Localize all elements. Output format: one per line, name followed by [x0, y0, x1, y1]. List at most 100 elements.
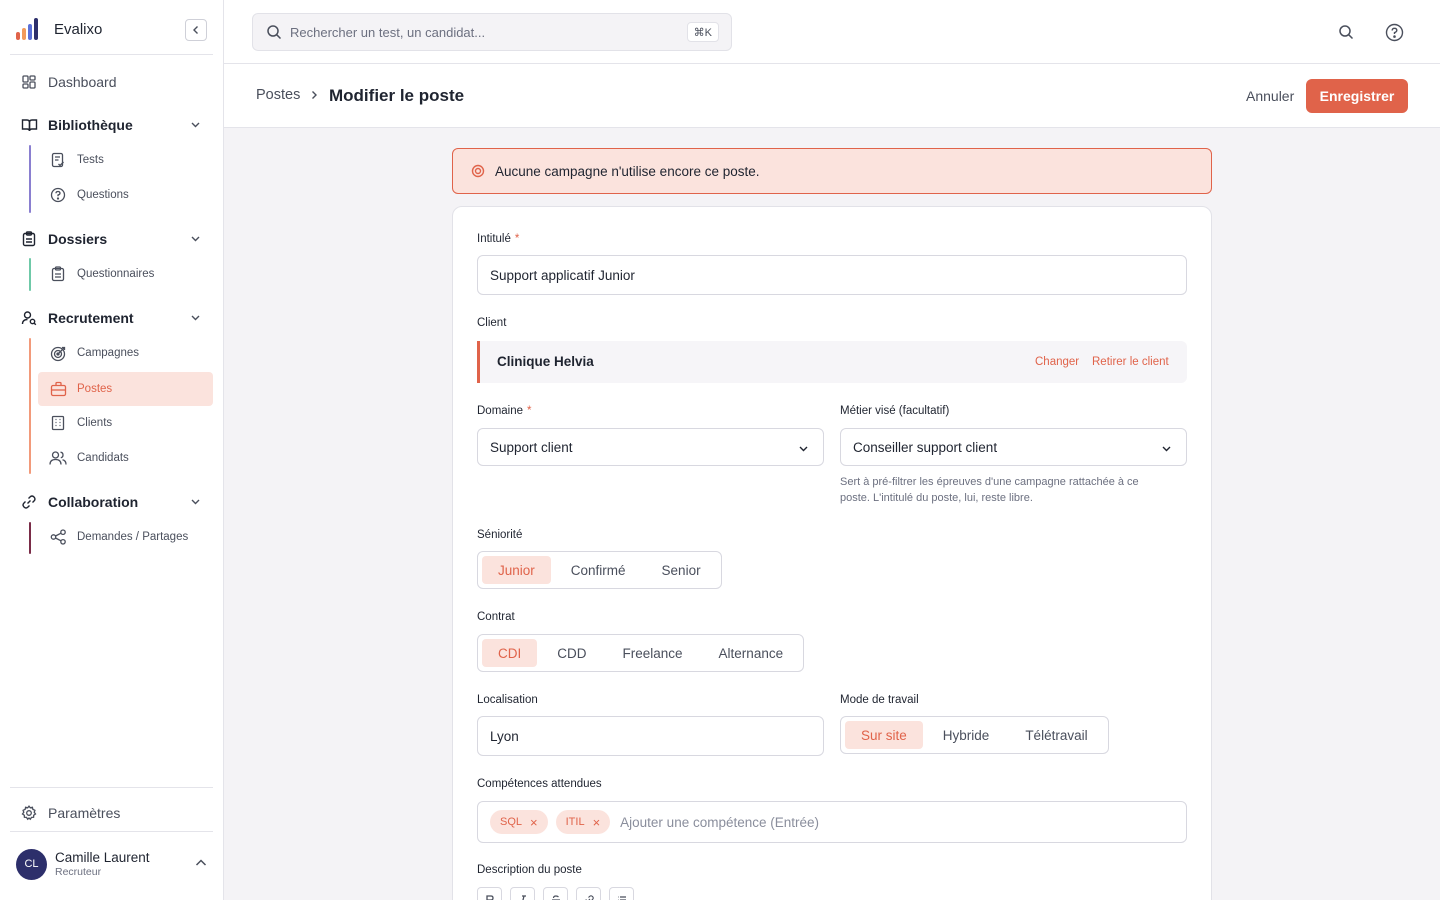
nav-questionnaires[interactable]: Questionnaires: [38, 257, 213, 291]
list-icon[interactable]: [609, 887, 634, 900]
location-label: Localisation: [477, 694, 538, 706]
nav-clients-label: Clients: [77, 417, 113, 429]
cancel-button[interactable]: Annuler: [1246, 88, 1294, 104]
chevron-down-icon: [1162, 446, 1171, 452]
chevron-down-icon: [799, 446, 808, 452]
brand[interactable]: Evalixo: [16, 14, 102, 44]
skill-tag-label: SQL: [500, 816, 523, 828]
contract-option-cdd[interactable]: CDD: [541, 639, 602, 667]
nav-tests[interactable]: Tests: [38, 143, 213, 177]
skills-input[interactable]: SQL × ITIL × Ajouter une compétence (Ent…: [477, 801, 1187, 843]
seniority-option-junior[interactable]: Junior: [482, 556, 551, 584]
topbar: Rechercher un test, un candidat... ⌘K: [224, 0, 1440, 64]
location-input[interactable]: Lyon: [477, 716, 824, 756]
remove-tag-icon[interactable]: ×: [593, 815, 601, 830]
user-role: Recruteur: [55, 866, 102, 878]
briefcase-icon: [49, 380, 67, 398]
job-help-text: Sert à pré-filtrer les épreuves d'une ca…: [840, 476, 1139, 504]
nav-section-label: Collaboration: [48, 494, 139, 510]
breadcrumb-postes[interactable]: Postes: [256, 87, 300, 103]
user-meta: Camille Laurent Recruteur: [55, 850, 150, 878]
question-circle-icon: [49, 186, 67, 204]
nav-candidats[interactable]: Candidats: [38, 441, 213, 475]
help-button[interactable]: [1384, 22, 1404, 42]
search-button[interactable]: [1336, 22, 1356, 42]
section-line: [29, 145, 31, 213]
client-label: Client: [477, 317, 507, 329]
nav-section-collaboration[interactable]: Collaboration: [10, 485, 213, 519]
bold-icon[interactable]: [477, 887, 502, 900]
workmode-option-sur-site[interactable]: Sur site: [845, 721, 923, 749]
remove-client-link[interactable]: Retirer le client: [1092, 356, 1169, 368]
workmode-option-teletravail[interactable]: Télétravail: [1009, 721, 1103, 749]
required-mark: *: [514, 233, 520, 245]
user-search-icon: [20, 309, 38, 327]
nav-section-label: Recrutement: [48, 310, 134, 326]
contract-option-freelance[interactable]: Freelance: [607, 639, 699, 667]
users-icon: [49, 449, 67, 467]
nav-dashboard[interactable]: Dashboard: [10, 65, 213, 99]
skill-tag: SQL ×: [490, 810, 548, 834]
required-mark: *: [527, 405, 532, 417]
nav-questions[interactable]: Questions: [38, 178, 213, 212]
nav-postes[interactable]: Postes: [38, 372, 213, 406]
nav-demandes-partages-label: Demandes / Partages: [77, 531, 189, 543]
nav-candidats-label: Candidats: [77, 452, 129, 464]
title-input[interactable]: Support applicatif Junior: [477, 255, 1187, 295]
save-button[interactable]: Enregistrer: [1306, 79, 1408, 113]
nav-section-label: Bibliothèque: [48, 117, 133, 133]
strikethrough-icon[interactable]: [543, 887, 568, 900]
clipboard-list-icon: [49, 265, 67, 283]
workmode-label: Mode de travail: [840, 694, 919, 706]
nav-parametres[interactable]: Paramètres: [10, 796, 213, 830]
remove-tag-icon[interactable]: ×: [530, 815, 538, 830]
search-icon: [266, 24, 282, 40]
link-icon[interactable]: [576, 887, 601, 900]
chevron-down-icon: [191, 122, 200, 128]
gear-icon: [20, 804, 38, 822]
divider: [10, 831, 213, 832]
brand-name: Evalixo: [54, 20, 103, 38]
italic-icon[interactable]: [510, 887, 535, 900]
book-icon: [20, 116, 38, 134]
section-line: [29, 258, 31, 291]
nav-campagnes[interactable]: Campagnes: [38, 336, 213, 370]
nav-section-dossiers[interactable]: Dossiers: [10, 222, 213, 256]
workmode-option-hybride[interactable]: Hybride: [927, 721, 1006, 749]
seniority-option-confirme[interactable]: Confirmé: [555, 556, 642, 584]
shortcut-badge: ⌘K: [686, 22, 719, 42]
chevron-right-icon: [312, 91, 317, 99]
skill-add-input[interactable]: Ajouter une compétence (Entrée): [620, 815, 819, 830]
user-menu[interactable]: CL Camille Laurent Recruteur: [16, 846, 212, 882]
chevron-up-icon: [195, 859, 207, 866]
nav-section-bibliotheque[interactable]: Bibliothèque: [10, 108, 213, 142]
nav-section-recrutement[interactable]: Recrutement: [10, 301, 213, 335]
section-line: [29, 522, 31, 554]
description-label: Description du poste: [477, 864, 582, 876]
chevron-down-icon: [191, 236, 200, 242]
job-form-card: Intitulé * Support applicatif Junior Clie…: [452, 206, 1212, 900]
seniority-option-senior[interactable]: Senior: [646, 556, 717, 584]
contract-segmented: CDI CDD Freelance Alternance: [477, 634, 805, 672]
job-select[interactable]: Conseiller support client: [840, 428, 1187, 466]
nav-dashboard-label: Dashboard: [48, 74, 117, 90]
test-sheet-icon: [49, 151, 67, 169]
nav-clients[interactable]: Clients: [38, 406, 213, 440]
chevron-down-icon: [191, 315, 200, 321]
seniority-label: Séniorité: [477, 529, 523, 541]
clipboard-icon: [20, 230, 38, 248]
nav-demandes-partages[interactable]: Demandes / Partages: [38, 520, 213, 554]
client-name: Clinique Helvia: [497, 354, 594, 369]
page-header: Postes Modifier le poste Annuler Enregis…: [224, 64, 1440, 128]
domain-select[interactable]: Support client: [477, 428, 824, 466]
domain-label: Domaine *: [477, 405, 532, 417]
change-client-link[interactable]: Changer: [1035, 356, 1079, 368]
share-icon: [49, 528, 67, 546]
contract-option-cdi[interactable]: CDI: [482, 639, 538, 667]
contract-option-alternance[interactable]: Alternance: [703, 639, 800, 667]
search-input[interactable]: Rechercher un test, un candidat...: [290, 25, 485, 40]
divider: [10, 787, 213, 788]
chevron-left-icon: [193, 26, 198, 34]
collapse-sidebar-button[interactable]: [185, 19, 207, 41]
search-bar[interactable]: Rechercher un test, un candidat... ⌘K: [252, 13, 732, 51]
